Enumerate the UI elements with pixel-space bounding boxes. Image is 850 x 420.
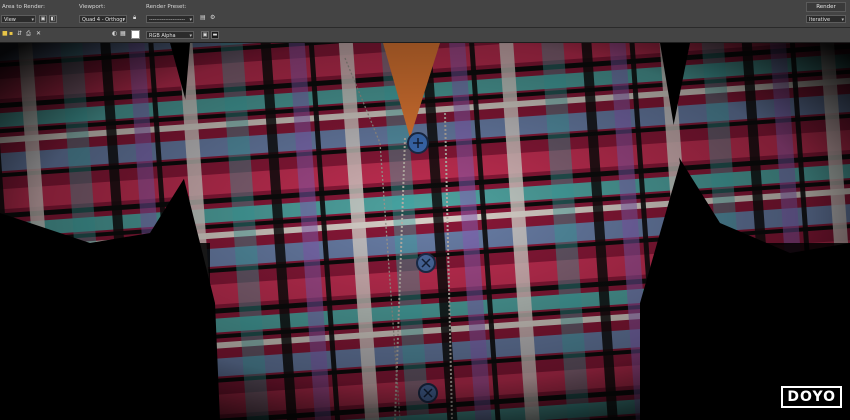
render-mode-dropdown[interactable]: Iterative ▾ <box>806 15 846 23</box>
frame-window-toolbar: ■ ▪ ⇵ ⎙ ✕ ◐ ▦ RGB Alpha ▾ ▣ ▬ <box>0 28 850 67</box>
chevron-down-icon: ▾ <box>122 17 125 23</box>
render-frame-icon[interactable]: ▤ <box>200 14 206 22</box>
chevron-down-icon: ▾ <box>189 33 192 39</box>
settings-icon[interactable]: ⚙ <box>210 14 215 22</box>
chevron-down-icon: ▾ <box>189 17 192 23</box>
viewport-dropdown[interactable]: Quad 4 - Orthogr ▾ <box>79 15 127 23</box>
area-to-render-dropdown[interactable]: View ▾ <box>1 15 36 23</box>
render-preset-dropdown[interactable]: -------------------- ▾ <box>146 15 194 23</box>
auto-region-button[interactable]: ◧ <box>49 15 57 23</box>
viewport-value: Quad 4 - Orthogr <box>82 17 125 23</box>
chevron-down-icon: ▾ <box>841 17 844 23</box>
save-icon[interactable]: ■ <box>2 30 8 38</box>
swatch-icon[interactable] <box>131 30 140 39</box>
render-preset-label: Render Preset: <box>146 4 187 10</box>
render-button[interactable]: Render <box>806 2 846 12</box>
lock-icon[interactable]: 🔒︎ <box>133 14 136 22</box>
clone-icon[interactable]: ⇵ <box>17 30 22 38</box>
print-icon[interactable]: ⎙ <box>26 30 31 38</box>
channel-display-value: RGB Alpha <box>149 33 176 39</box>
copy-icon[interactable]: ▪ <box>9 30 13 38</box>
edit-region-button[interactable]: ▣ <box>39 15 47 23</box>
area-to-render-value: View <box>4 17 16 23</box>
channel-display-dropdown[interactable]: RGB Alpha ▾ <box>146 31 194 39</box>
area-to-render-label: Area to Render: <box>2 4 46 10</box>
display-icon[interactable]: ▣ <box>201 31 209 39</box>
rendered-shirt-image <box>0 43 850 420</box>
toggle-ui-overlay-button[interactable]: ▬ <box>211 31 219 39</box>
viewport-label: Viewport: <box>79 4 106 10</box>
alpha-icon[interactable]: ◐ <box>112 30 117 38</box>
chevron-down-icon: ▾ <box>31 17 34 23</box>
mono-icon[interactable]: ▦ <box>120 30 126 38</box>
render-viewport: DOYO <box>0 43 850 420</box>
doyo-watermark: DOYO <box>781 386 842 408</box>
render-preset-value: -------------------- <box>149 17 186 23</box>
render-mode-value: Iterative <box>809 17 831 23</box>
clear-icon[interactable]: ✕ <box>36 30 41 38</box>
render-settings-toolbar: Area to Render: View ▾ ▣ ◧ Viewport: Quad… <box>0 0 850 28</box>
